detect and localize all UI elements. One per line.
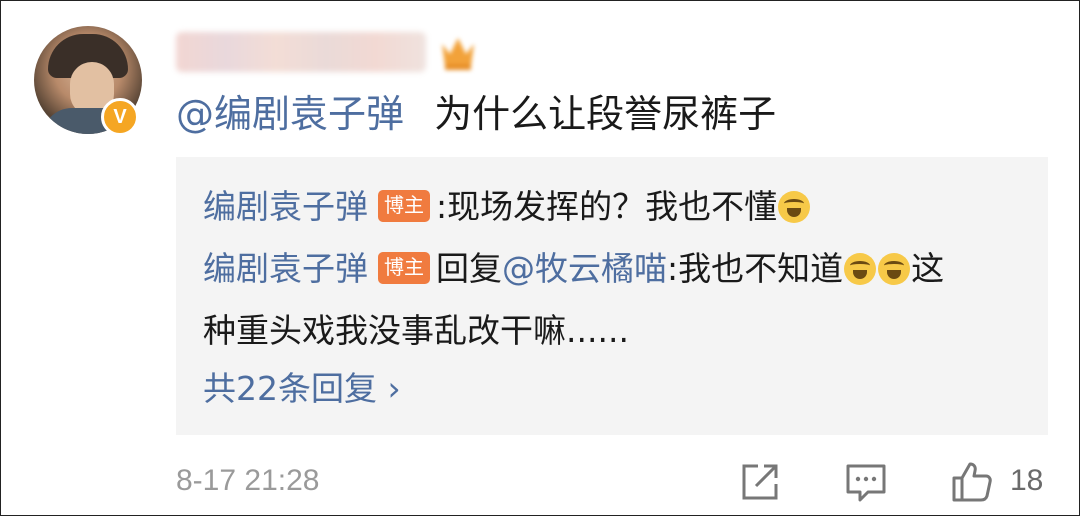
reply-text-after: 这 (911, 249, 945, 288)
author-tag: 博主 (378, 252, 430, 284)
like-icon[interactable] (950, 460, 994, 504)
verified-v-icon: V (101, 98, 139, 136)
reply-prefix: 回复 (436, 249, 502, 288)
more-replies-link[interactable]: 共22条回复 › (203, 365, 401, 413)
username-blurred[interactable] (176, 32, 426, 72)
reply-author[interactable]: 编剧袁子弹 (203, 187, 368, 226)
comment-icon[interactable] (844, 460, 888, 504)
comment-mention[interactable]: @编剧袁子弹 (176, 92, 404, 136)
reply-mention[interactable]: @牧云橘喵 (502, 249, 667, 288)
share-icon[interactable] (738, 460, 782, 504)
like-count: 18 (1010, 464, 1044, 497)
reply-item: 编剧袁子弹 博主 回复@牧云橘喵:我也不知道 这 (203, 245, 944, 293)
reply-text: :我也不知道 (667, 249, 844, 288)
laughing-tears-emoji (778, 191, 811, 223)
reply-author[interactable]: 编剧袁子弹 (203, 249, 368, 288)
reply-text: :现场发挥的？我也不懂 (436, 187, 778, 226)
reply-continuation: 种重头戏我没事乱改干嘛...... (203, 311, 629, 350)
comment-text: 为什么让段誉尿裤子 (434, 92, 777, 136)
comment-body: @编剧袁子弹 为什么让段誉尿裤子 (176, 86, 776, 142)
laughing-tears-emoji (844, 253, 877, 285)
timestamp: 8-17 21:28 (176, 464, 320, 497)
reply-item: 编剧袁子弹 博主:现场发挥的？我也不懂 (203, 183, 811, 231)
crown-icon (442, 38, 474, 70)
reply-box[interactable]: 编剧袁子弹 博主:现场发挥的？我也不懂 编剧袁子弹 博主 回复@牧云橘喵:我也不知道 这… (176, 157, 1048, 435)
laughing-tears-emoji (878, 253, 911, 285)
author-tag: 博主 (378, 190, 430, 222)
